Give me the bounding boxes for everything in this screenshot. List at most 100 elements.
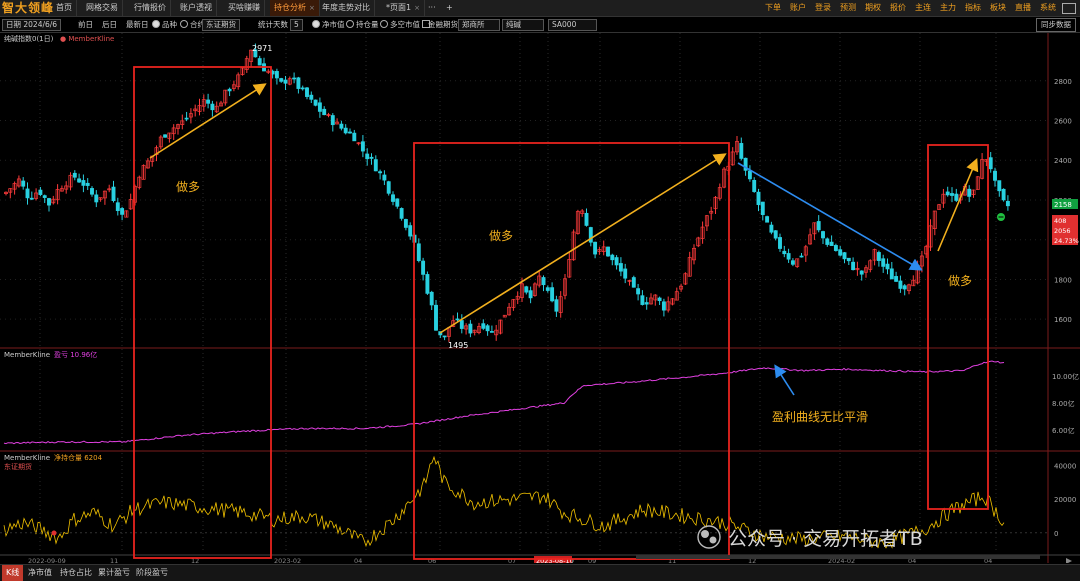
bottom-tab[interactable]: K线 [2, 565, 24, 581]
y-tick-label: 6.00亿 [1052, 426, 1075, 435]
top-tab-label: 持仓分析 [274, 3, 306, 12]
code-input[interactable]: SA000 [548, 17, 598, 32]
window-restore-icon[interactable] [1062, 3, 1076, 14]
menu-item[interactable]: 直播 [1015, 3, 1031, 12]
close-tab-icon[interactable]: × [309, 4, 315, 12]
net-value-radio[interactable]: 净市值 [312, 17, 345, 32]
menu-item[interactable]: 指标 [965, 3, 981, 12]
highlight-box [413, 142, 730, 560]
candle-body [765, 216, 770, 223]
candle-body [821, 231, 825, 239]
x-tick-label: 06 [428, 557, 436, 563]
candle-body [408, 225, 413, 237]
candle-body [21, 180, 26, 187]
candle-body [631, 277, 636, 288]
menu-item[interactable]: 板块 [990, 3, 1006, 12]
top-tab[interactable]: 网格交易 [82, 0, 123, 16]
prev-day-button[interactable]: 前日 [78, 17, 93, 32]
menu-item[interactable]: 登录 [815, 3, 831, 12]
top-tab[interactable]: *页面1 × [382, 0, 425, 16]
candle-body [90, 188, 94, 195]
y-tick-label: 1800 [1054, 276, 1072, 284]
top-tab-label: 行情报价 [134, 3, 166, 12]
candle-body [47, 198, 51, 206]
kline-legend: ● MemberKline [60, 35, 114, 43]
broker-select[interactable]: 东证期货 [202, 17, 240, 32]
top-tab[interactable]: 首页 [52, 0, 77, 16]
candle-body [81, 180, 86, 186]
candle-body [618, 263, 623, 272]
y-tick-label: 2800 [1054, 78, 1072, 86]
menu-item[interactable]: 下单 [765, 3, 781, 12]
candle-body [528, 290, 533, 299]
short-arrow [737, 162, 923, 271]
product-select[interactable]: 纯碱 [502, 17, 544, 32]
candle-body [657, 297, 662, 302]
candle-body [554, 299, 559, 312]
bottom-tab[interactable]: 累计盈亏 [98, 565, 130, 581]
candle-body [950, 193, 954, 196]
candle-body [210, 103, 215, 111]
financial-futures-label: 金融期货 [428, 20, 458, 29]
menu-item[interactable]: 账户 [790, 3, 806, 12]
candle-body [352, 132, 357, 142]
holding-radio[interactable]: 持仓量 [346, 17, 379, 32]
more-tabs-icon[interactable]: ··· [424, 0, 440, 16]
top-tab[interactable]: 账户透视 [176, 0, 217, 16]
radio-off-icon [346, 20, 354, 28]
menu-item[interactable]: 主力 [940, 3, 956, 12]
days-select[interactable]: 5 [290, 17, 303, 32]
candle-body [163, 134, 168, 138]
candle-body [369, 156, 374, 159]
menu-item[interactable]: 报价 [890, 3, 906, 12]
top-tab[interactable]: 年度走势对比 [318, 0, 375, 16]
exchange-select[interactable]: 郑商所 [458, 17, 500, 32]
candle-body [889, 268, 894, 280]
menu-item[interactable]: 主连 [915, 3, 931, 12]
latest-day-button[interactable]: 最新日 [126, 17, 149, 32]
candle-body [416, 243, 421, 261]
top-tab[interactable]: 持仓分析 × [270, 0, 320, 16]
long-short-radio[interactable]: 多空市值 [380, 17, 430, 32]
candle-body [184, 117, 189, 120]
long-arrow [149, 83, 267, 159]
bottom-tab[interactable]: 阶段盈亏 [136, 565, 168, 581]
add-tab-icon[interactable]: + [442, 0, 457, 16]
bottom-tab[interactable]: 净市值 [28, 565, 52, 581]
close-tab-icon[interactable]: × [414, 4, 420, 12]
candle-body [399, 208, 404, 219]
date-field[interactable]: 日期 2024/6/6 [2, 17, 62, 32]
candle-body [584, 212, 589, 226]
top-tab-label: 账户透视 [180, 3, 212, 12]
menu-item[interactable]: 期权 [865, 3, 881, 12]
candle-body [322, 108, 327, 116]
candle-body [614, 257, 619, 266]
candle-body [816, 221, 821, 231]
y-tick-label: 2400 [1054, 157, 1072, 165]
candle-body [485, 325, 490, 332]
sync-data-button[interactable]: 同步数据 [1036, 18, 1076, 32]
candle-body [403, 219, 408, 228]
top-tab-label: 买啥赚赚 [228, 3, 260, 12]
watermark-text: 公众号 · 交易开拓者TB [728, 528, 923, 550]
menu-item[interactable]: 系统 [1040, 3, 1056, 12]
candle-body [300, 87, 305, 90]
candle-body [636, 288, 641, 295]
variety-radio[interactable]: 品种 [152, 17, 177, 32]
long-label: 做多 [489, 228, 513, 243]
badge-mid: 2056 [1054, 227, 1071, 235]
next-day-button[interactable]: 后日 [102, 17, 117, 32]
top-tab-label: *页面1 [386, 3, 412, 12]
top-tab[interactable]: 买啥赚赚 [224, 0, 265, 16]
candle-body [524, 286, 529, 293]
x-tick-label: 04 [354, 557, 362, 563]
bottom-tab[interactable]: 持仓占比 [60, 565, 92, 581]
candle-body [898, 280, 903, 289]
menu-item[interactable]: 预测 [840, 3, 856, 12]
top-tab[interactable]: 行情报价 [130, 0, 171, 16]
candle-body [429, 291, 434, 306]
badge-top: 408 [1054, 217, 1066, 225]
y-tick-label: 0 [1054, 530, 1058, 538]
top-tab-label: 首页 [56, 3, 72, 12]
candle-body [468, 323, 473, 334]
